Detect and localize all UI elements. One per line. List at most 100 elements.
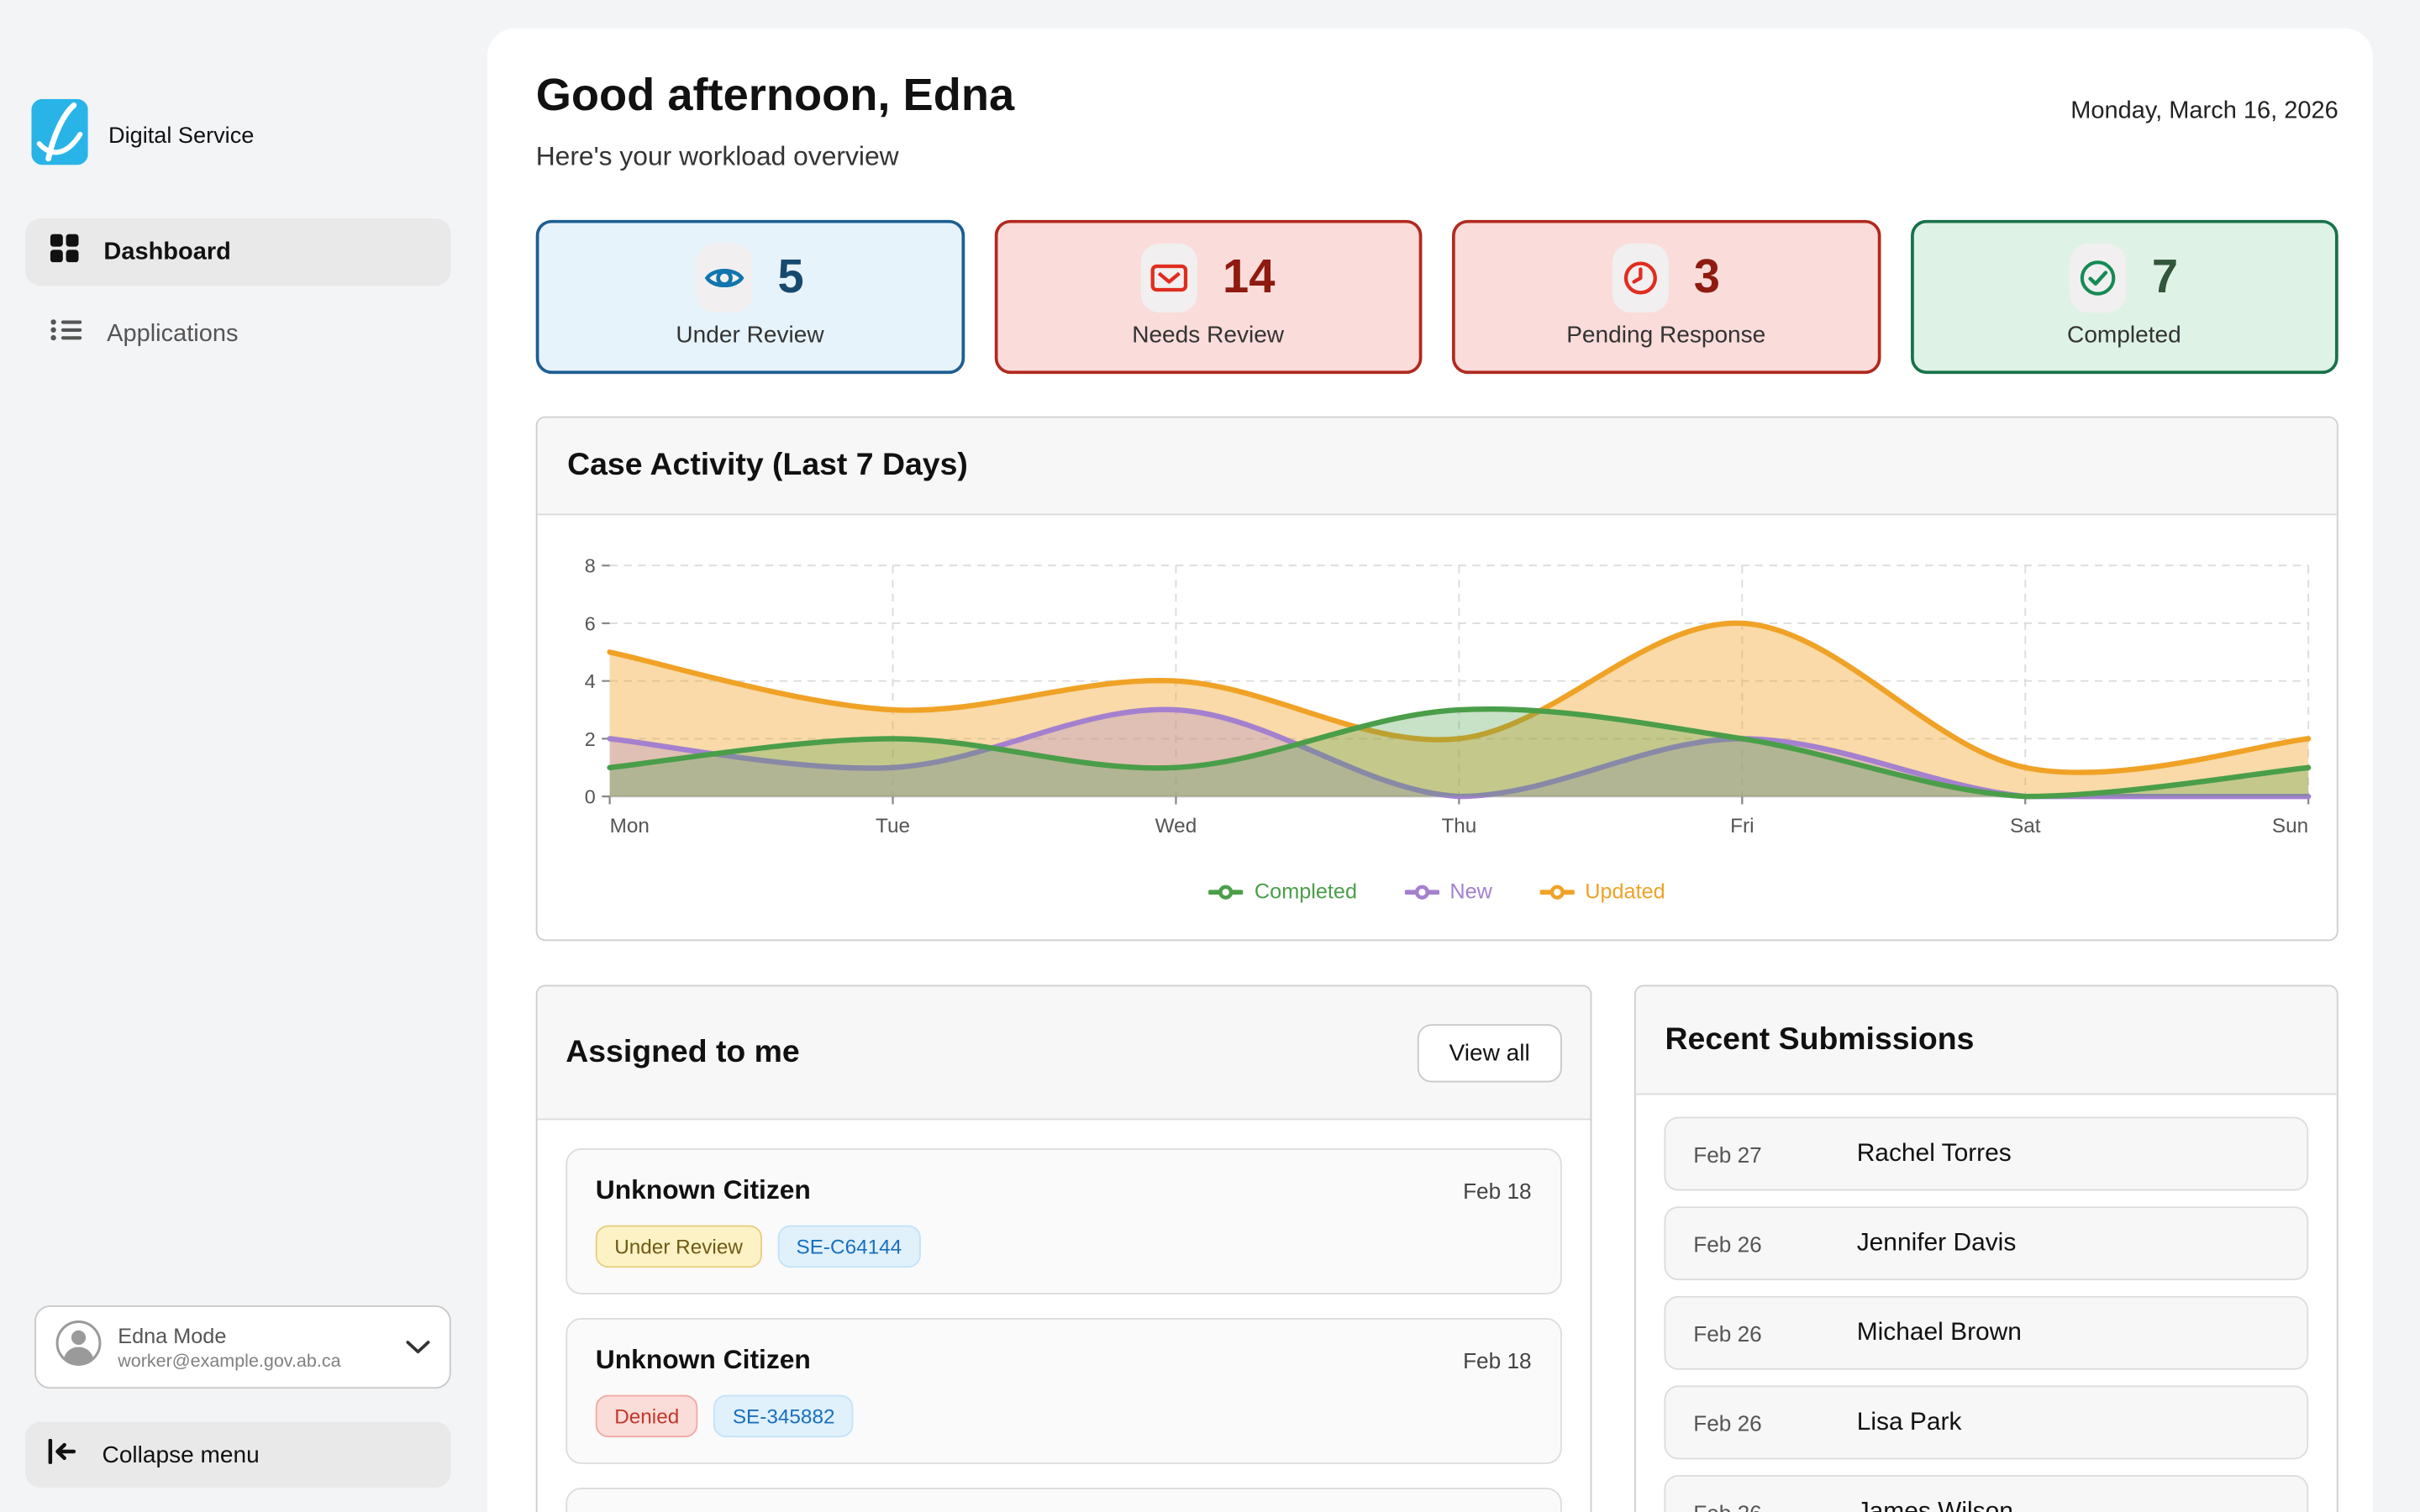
- recent-submissions-list: Feb 27 Rachel Torres Feb 26 Jennifer Davi…: [1635, 1095, 2337, 1512]
- case-top: Unknown Citizen Feb 18: [596, 1345, 1532, 1376]
- stat-top: 7: [2070, 244, 2178, 312]
- stat-value: 7: [2152, 251, 2178, 305]
- page-title: Good afternoon, Edna: [536, 69, 2338, 123]
- stat-cards: 5 Under Review 14 Needs Review 3 Pending…: [536, 220, 2338, 374]
- svg-text:Mon: Mon: [610, 815, 650, 837]
- collapse-menu-button[interactable]: Collapse menu: [25, 1421, 451, 1488]
- collapse-icon: [47, 1439, 77, 1470]
- avatar: [55, 1320, 102, 1374]
- case-citizen-name: Unknown Citizen: [596, 1175, 811, 1206]
- sidebar-item-dashboard[interactable]: Dashboard: [25, 218, 451, 286]
- stat-card-completed[interactable]: 7 Completed: [1910, 220, 2338, 374]
- case-citizen-name: Unknown Citizen: [596, 1345, 811, 1376]
- svg-text:Wed: Wed: [1155, 815, 1197, 837]
- case-activity-header: Case Activity (Last 7 Days): [538, 417, 2337, 515]
- page-subtitle: Here's your workload overview: [536, 141, 2338, 172]
- collapse-menu-label: Collapse menu: [103, 1441, 260, 1468]
- submission-date: Feb 26: [1693, 1499, 1856, 1512]
- svg-text:Sat: Sat: [2010, 815, 2041, 837]
- sidebar-item-label: Dashboard: [103, 238, 230, 266]
- grid-icon: [50, 234, 79, 270]
- bottom-row: Assigned to me View all Unknown Citizen …: [536, 985, 2338, 1512]
- user-menu[interactable]: Edna Mode worker@example.gov.ab.ca: [34, 1305, 451, 1389]
- digital-service-logo-icon: [31, 99, 87, 173]
- recent-submission-row[interactable]: Feb 26 Jennifer Davis: [1664, 1206, 2309, 1280]
- legend-marker-icon: [1209, 882, 1244, 900]
- stat-card-under-review[interactable]: 5 Under Review: [536, 220, 965, 374]
- stat-value: 3: [1694, 251, 1720, 305]
- case-activity-body: 02468MonTueWedThuFriSatSun Completed New…: [538, 515, 2337, 903]
- legend-label: New: [1449, 879, 1492, 903]
- submission-name: Lisa Park: [1857, 1409, 1962, 1437]
- legend-marker-icon: [1539, 882, 1574, 900]
- recent-submissions-panel: Recent Submissions Feb 27 Rachel TorresF…: [1634, 985, 2338, 1512]
- brand: Digital Service: [31, 99, 254, 173]
- eye-icon: [696, 244, 752, 312]
- submission-name: Michael Brown: [1857, 1319, 2022, 1347]
- case-badges: Denied SE-345882: [596, 1395, 1532, 1437]
- assigned-panel: Assigned to me View all Unknown Citizen …: [536, 985, 1591, 1512]
- submission-date: Feb 26: [1693, 1231, 1856, 1256]
- user-email: worker@example.gov.ab.ca: [118, 1352, 405, 1370]
- svg-text:Sun: Sun: [2272, 815, 2308, 837]
- recent-submission-row[interactable]: Feb 26 James Wilson: [1664, 1475, 2309, 1512]
- stat-top: 3: [1612, 244, 1720, 312]
- stat-top: 5: [696, 244, 803, 312]
- case-badges: Under Review SE-C64144: [596, 1226, 1532, 1268]
- recent-title: Recent Submissions: [1665, 1022, 1975, 1058]
- status-badge: Under Review: [596, 1226, 762, 1268]
- submission-name: James Wilson: [1857, 1498, 2013, 1512]
- submission-name: Rachel Torres: [1857, 1140, 2012, 1168]
- assigned-title: Assigned to me: [566, 1034, 799, 1070]
- svg-text:0: 0: [585, 786, 596, 808]
- user-info: Edna Mode worker@example.gov.ab.ca: [118, 1324, 405, 1371]
- legend-marker-icon: [1404, 882, 1439, 900]
- case-activity-chart: 02468MonTueWedThuFriSatSun: [538, 543, 2337, 865]
- recent-submission-row[interactable]: Feb 26 Michael Brown: [1664, 1296, 2309, 1370]
- case-date: Feb 18: [1463, 1348, 1532, 1373]
- stat-label: Needs Review: [1132, 322, 1284, 349]
- case-id-badge: SE-345882: [713, 1395, 854, 1437]
- case-date: Feb 18: [1463, 1179, 1532, 1204]
- user-name: Edna Mode: [118, 1324, 405, 1347]
- dashboard-page: Digital Service Dashboard: [0, 0, 2420, 1512]
- main-content: Monday, March 16, 2026 Good afternoon, E…: [487, 29, 2373, 1512]
- legend-item-new: New: [1404, 879, 1492, 903]
- mail-icon: [1141, 244, 1197, 312]
- list-icon: [50, 318, 82, 350]
- sidebar-item-label: Applications: [107, 320, 238, 349]
- legend-item-updated: Updated: [1539, 879, 1665, 903]
- svg-text:2: 2: [585, 728, 596, 750]
- case-card[interactable]: Unknown Citizen Feb 18 Under Review SE-C…: [566, 1148, 1561, 1294]
- stat-value: 5: [778, 251, 804, 305]
- recent-submission-row[interactable]: Feb 26 Lisa Park: [1664, 1385, 2309, 1459]
- stat-card-pending-response[interactable]: 3 Pending Response: [1452, 220, 1881, 374]
- case-activity-title: Case Activity (Last 7 Days): [567, 448, 968, 484]
- chart-legend: Completed New Updated: [538, 879, 2337, 903]
- svg-text:Tue: Tue: [876, 815, 910, 837]
- sidebar-item-applications[interactable]: Applications: [25, 300, 451, 367]
- case-activity-panel: Case Activity (Last 7 Days) 02468MonTueW…: [536, 417, 2338, 942]
- case-top: Unknown Citizen Feb 18: [596, 1175, 1532, 1206]
- check-circle-icon: [2070, 244, 2127, 312]
- clock-icon: [1612, 244, 1669, 312]
- case-card[interactable]: Unknown Citizen Feb 18 Denied SE-345882: [566, 1318, 1561, 1464]
- submission-date: Feb 26: [1693, 1410, 1856, 1435]
- sidebar: Digital Service Dashboard: [0, 0, 475, 1512]
- svg-text:6: 6: [585, 612, 596, 634]
- stat-label: Pending Response: [1566, 322, 1765, 349]
- recent-header: Recent Submissions: [1635, 986, 2337, 1095]
- brand-name: Digital Service: [108, 123, 254, 149]
- stat-label: Completed: [2067, 322, 2181, 349]
- svg-text:Fri: Fri: [1730, 815, 1754, 837]
- recent-submission-row[interactable]: Feb 27 Rachel Torres: [1664, 1117, 2309, 1191]
- stat-card-needs-review[interactable]: 14 Needs Review: [994, 220, 1423, 374]
- svg-text:4: 4: [585, 670, 596, 692]
- assigned-header: Assigned to me View all: [538, 986, 1590, 1120]
- chevron-down-icon: [405, 1333, 430, 1362]
- legend-item-completed: Completed: [1209, 879, 1357, 903]
- legend-label: Updated: [1585, 879, 1665, 903]
- current-date: Monday, March 16, 2026: [2070, 97, 2338, 126]
- case-card[interactable]: Mike Schuck Feb 24 Approved SE-D1A075: [566, 1488, 1561, 1512]
- view-all-button[interactable]: View all: [1418, 1023, 1561, 1081]
